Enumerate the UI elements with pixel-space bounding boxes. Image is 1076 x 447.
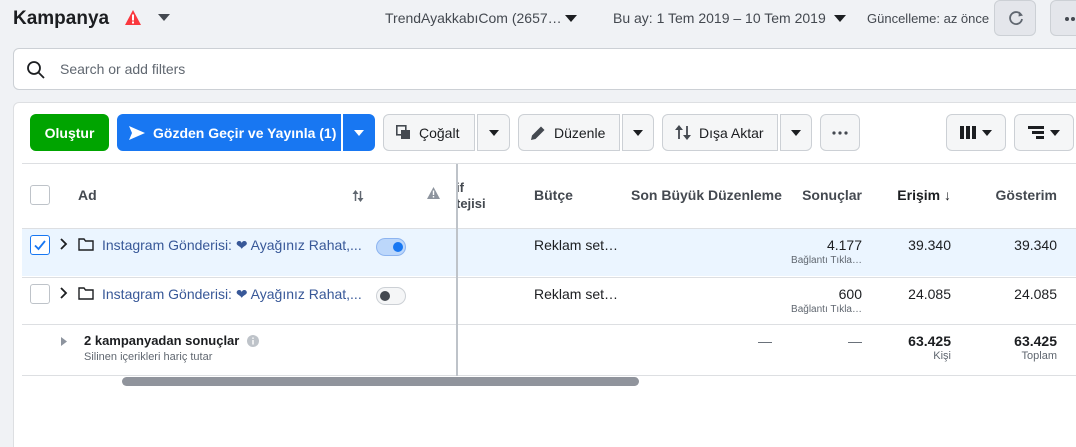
results-type-cell: Bağlantı Tıkla… bbox=[791, 255, 862, 266]
send-icon bbox=[129, 125, 145, 140]
column-header-name[interactable]: Ad bbox=[78, 187, 97, 203]
summary-last-edit: — bbox=[758, 333, 772, 349]
more-dots-icon bbox=[1065, 17, 1075, 21]
review-publish-label: Gözden Geçir ve Yayınla (1) bbox=[153, 124, 337, 141]
chevron-down-icon bbox=[1050, 129, 1060, 136]
chevron-down-icon bbox=[488, 129, 499, 136]
summary-subtitle: Silinen içerikleri hariç tutar bbox=[84, 351, 213, 363]
duplicate-dropdown[interactable] bbox=[477, 114, 510, 151]
search-bar[interactable] bbox=[13, 48, 1076, 90]
account-selector[interactable]: TrendAyakkabıCom (2657… bbox=[385, 10, 562, 26]
edit-button[interactable]: Düzenle bbox=[518, 114, 620, 151]
chevron-down-icon bbox=[791, 129, 801, 136]
frozen-column-divider[interactable] bbox=[456, 164, 458, 376]
summary-title: 2 kampanyadan sonuçlar bbox=[84, 333, 240, 348]
campaign-name-link[interactable]: Instagram Gönderisi: ❤ Ayağınız Rahat,..… bbox=[102, 237, 362, 254]
summary-results: — bbox=[848, 333, 862, 349]
page-title: Kampanya bbox=[13, 8, 110, 29]
title-dropdown-icon[interactable] bbox=[158, 14, 170, 21]
edit-label: Düzenle bbox=[554, 124, 606, 141]
page-header: Kampanya TrendAyakkabıCom (2657… Bu ay: … bbox=[0, 0, 1076, 38]
columns-icon bbox=[960, 126, 976, 139]
select-all-checkbox[interactable] bbox=[30, 185, 50, 205]
date-chevron-down-icon[interactable] bbox=[834, 15, 846, 22]
column-header-reach[interactable]: Erişim ↓ bbox=[870, 187, 951, 203]
column-header-delivery-line1: if bbox=[456, 180, 464, 195]
budget-cell: Reklam set… bbox=[534, 286, 619, 302]
export-dropdown[interactable] bbox=[780, 114, 812, 151]
header-divider bbox=[22, 228, 1076, 229]
row-divider bbox=[22, 324, 1076, 325]
budget-cell: Reklam set… bbox=[534, 237, 619, 253]
row-checkbox[interactable] bbox=[30, 284, 50, 304]
campaign-toggle[interactable] bbox=[376, 287, 406, 305]
refresh-button[interactable] bbox=[994, 0, 1036, 36]
table-bottom-divider bbox=[22, 375, 1076, 376]
folder-icon bbox=[78, 238, 94, 251]
column-header-impressions[interactable]: Gösterim bbox=[970, 187, 1057, 203]
reach-cell: 24.085 bbox=[908, 286, 951, 302]
search-input[interactable] bbox=[60, 49, 660, 89]
duplicate-label: Çoğalt bbox=[419, 124, 460, 141]
duplicate-icon bbox=[396, 125, 410, 139]
warning-column-icon bbox=[427, 187, 440, 199]
date-range-selector[interactable]: Bu ay: 1 Tem 2019 – 10 Tem 2019 bbox=[613, 10, 826, 26]
account-chevron-down-icon[interactable] bbox=[565, 15, 577, 22]
duplicate-button[interactable]: Çoğalt bbox=[383, 114, 475, 151]
summary-expand-icon[interactable] bbox=[61, 337, 67, 346]
toggle-knob bbox=[380, 291, 390, 301]
campaign-toggle[interactable] bbox=[376, 238, 406, 256]
column-header-results[interactable]: Sonuçlar bbox=[782, 187, 862, 203]
chevron-down-icon bbox=[982, 129, 992, 136]
search-icon bbox=[27, 61, 45, 79]
summary-impressions: 63.425 bbox=[1014, 333, 1057, 349]
pencil-icon bbox=[531, 126, 545, 140]
impressions-cell: 39.340 bbox=[1014, 237, 1057, 253]
results-cell: 4.177 bbox=[826, 237, 862, 253]
create-button[interactable]: Oluştur bbox=[30, 114, 109, 151]
review-publish-button[interactable]: Gözden Geçir ve Yayınla (1) bbox=[117, 114, 341, 151]
edit-dropdown[interactable] bbox=[622, 114, 654, 151]
impressions-cell: 24.085 bbox=[1014, 286, 1057, 302]
column-header-delivery-line2: tejisi bbox=[456, 196, 486, 211]
chevron-down-icon bbox=[633, 129, 643, 136]
folder-icon bbox=[78, 287, 94, 300]
horizontal-scrollbar[interactable] bbox=[122, 377, 639, 386]
results-type-cell: Bağlantı Tıkla… bbox=[791, 304, 862, 315]
toolbar-more-button[interactable] bbox=[820, 114, 860, 151]
column-header-budget[interactable]: Bütçe bbox=[534, 187, 573, 203]
reach-cell: 39.340 bbox=[908, 237, 951, 253]
summary-reach: 63.425 bbox=[908, 333, 951, 349]
breakdown-button[interactable] bbox=[1014, 114, 1074, 151]
export-button[interactable]: Dışa Aktar bbox=[662, 114, 778, 151]
export-label: Dışa Aktar bbox=[699, 124, 764, 141]
refresh-icon bbox=[1009, 11, 1023, 25]
warning-icon[interactable] bbox=[125, 10, 141, 25]
chevron-down-icon bbox=[354, 129, 364, 136]
columns-button[interactable] bbox=[946, 114, 1006, 151]
campaign-name-link[interactable]: Instagram Gönderisi: ❤ Ayağınız Rahat,..… bbox=[102, 286, 362, 303]
more-options-button[interactable] bbox=[1050, 0, 1076, 36]
expand-chevron-icon[interactable] bbox=[60, 286, 68, 302]
column-header-delivery[interactable]: if tejisi bbox=[456, 180, 486, 212]
column-header-last-edit[interactable]: Son Büyük Düzenleme bbox=[631, 187, 782, 203]
table-top-divider bbox=[22, 163, 1076, 164]
expand-chevron-icon[interactable] bbox=[60, 237, 68, 253]
breakdown-icon bbox=[1028, 126, 1044, 139]
export-icon bbox=[675, 125, 691, 140]
info-icon[interactable] bbox=[247, 335, 259, 347]
toggle-knob bbox=[393, 242, 403, 252]
more-dots-icon bbox=[832, 130, 848, 135]
row-checkbox[interactable] bbox=[30, 235, 50, 255]
sort-icon[interactable] bbox=[352, 190, 364, 202]
update-status: Güncelleme: az önce bbox=[867, 11, 990, 26]
checkmark-icon bbox=[34, 240, 46, 251]
summary-impressions-label: Toplam bbox=[1021, 350, 1057, 362]
review-publish-dropdown[interactable] bbox=[343, 114, 375, 151]
results-cell: 600 bbox=[838, 286, 862, 302]
summary-reach-label: Kişi bbox=[933, 350, 951, 362]
row-divider bbox=[22, 277, 1076, 278]
